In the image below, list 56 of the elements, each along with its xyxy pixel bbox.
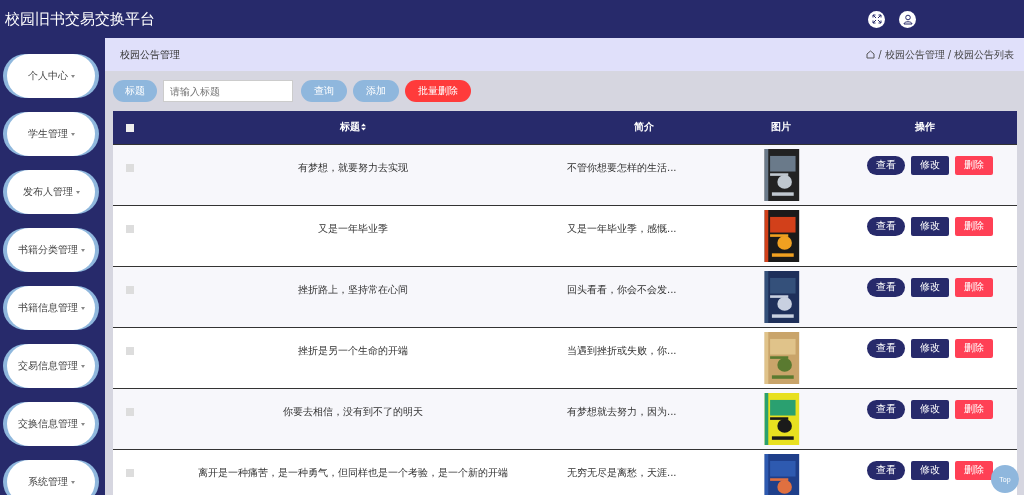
view-button[interactable]: 查看 xyxy=(866,338,905,358)
edit-button[interactable]: 修改 xyxy=(910,399,949,419)
sort-icon[interactable] xyxy=(361,123,366,132)
batch-delete-button[interactable]: 批量删除 xyxy=(405,80,471,102)
sidebar-menu-item[interactable]: 学生管理 xyxy=(7,112,95,156)
edit-button[interactable]: 修改 xyxy=(910,155,949,175)
edit-button[interactable]: 修改 xyxy=(910,216,949,236)
column-header: 图片 xyxy=(771,121,791,133)
table-cell: 挫折路上，坚持常在心间 xyxy=(298,283,408,295)
edit-button[interactable]: 修改 xyxy=(910,460,949,480)
edit-button[interactable]: 修改 xyxy=(910,338,949,358)
sidebar-menu-item[interactable]: 发布人管理 xyxy=(7,170,95,214)
table-cell: 有梦想就去努力，因为... xyxy=(567,405,677,417)
user-icon[interactable] xyxy=(899,10,916,28)
sidebar-menu-item[interactable]: 个人中心 xyxy=(7,54,95,98)
table-cell: 挫折是另一个生命的开端 xyxy=(298,344,408,356)
column-header: 简介 xyxy=(634,121,654,133)
table-cell: 你要去相信，没有到不了的明天 xyxy=(283,405,423,417)
view-button[interactable]: 查看 xyxy=(866,216,905,236)
fullscreen-icon[interactable] xyxy=(868,10,885,28)
breadcrumb-item[interactable]: 校园公告管理 xyxy=(884,47,945,62)
column-header: 操作 xyxy=(914,121,935,133)
select-all-checkbox[interactable] xyxy=(126,123,134,132)
breadcrumb-separator: / xyxy=(878,49,882,60)
sidebar-menu-item[interactable]: 书籍信息管理 xyxy=(7,286,95,330)
column-header[interactable]: 标题 xyxy=(340,121,360,133)
table-cell: 有梦想，就要努力去实现 xyxy=(298,161,408,173)
table-cell: 不管你想要怎样的生活... xyxy=(567,161,677,173)
row-checkbox[interactable] xyxy=(126,347,134,355)
row-checkbox[interactable] xyxy=(126,164,134,172)
sidebar-menu-item[interactable]: 书籍分类管理 xyxy=(7,228,95,272)
table-cell: 当遇到挫折或失败，你... xyxy=(567,344,677,356)
search-label: 标题 xyxy=(113,80,157,102)
view-button[interactable]: 查看 xyxy=(866,155,905,175)
search-field[interactable]: 请输入标题 xyxy=(163,80,293,102)
sidebar-menu-item[interactable]: 交易信息管理 xyxy=(7,344,95,388)
row-checkbox[interactable] xyxy=(126,225,134,233)
row-checkbox[interactable] xyxy=(126,408,134,416)
sidebar-menu-item[interactable]: 交换信息管理 xyxy=(7,402,95,446)
app-title: 校园旧书交易交换平台 xyxy=(5,9,155,29)
row-checkbox[interactable] xyxy=(126,286,134,294)
home-icon[interactable] xyxy=(866,50,876,59)
sidebar-menu-item[interactable]: 系统管理 xyxy=(7,460,95,495)
breadcrumb-item: 校园公告列表 xyxy=(954,47,1014,62)
table-cell: 无穷无尽是离愁，天涯... xyxy=(567,466,677,478)
table-cell: 离开是一种痛苦，是一种勇气，但同样也是一个考验，是一个新的开端 xyxy=(198,466,508,478)
row-checkbox[interactable] xyxy=(126,469,134,477)
view-button[interactable]: 查看 xyxy=(866,277,905,297)
edit-button[interactable]: 修改 xyxy=(910,277,949,297)
view-button[interactable]: 查看 xyxy=(866,460,905,480)
page-title: 校园公告管理 xyxy=(120,47,180,62)
table-cell: 回头看看，你会不会发... xyxy=(567,283,677,295)
table-cell: 又是一年毕业季，感慨... xyxy=(567,222,677,234)
breadcrumb-separator: / xyxy=(947,49,951,60)
table-cell: 又是一年毕业季 xyxy=(318,222,388,234)
view-button[interactable]: 查看 xyxy=(866,399,905,419)
